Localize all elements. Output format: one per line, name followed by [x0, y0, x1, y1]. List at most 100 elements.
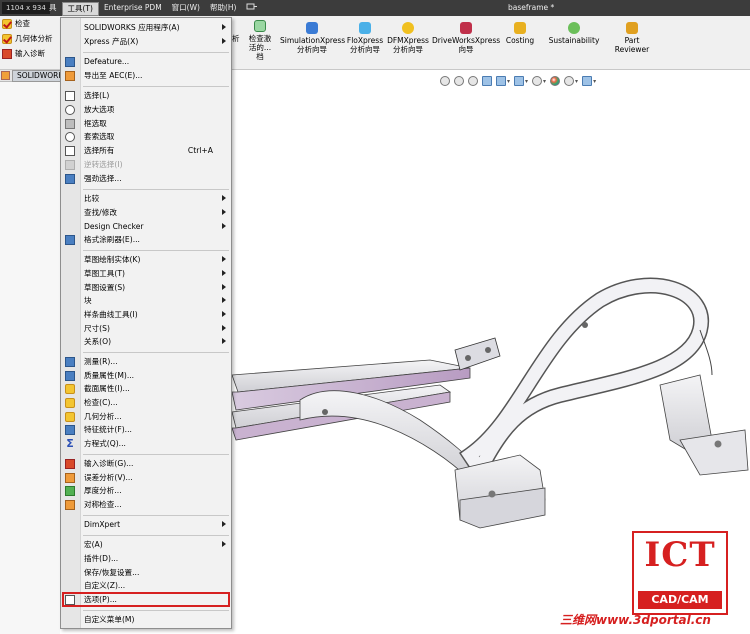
menu-item-box-select[interactable]: 框选取 — [61, 117, 231, 131]
view-orientation-icon[interactable] — [496, 76, 506, 86]
menu-item-label: 测量(R)... — [84, 357, 118, 366]
submenu-arrow-icon — [222, 195, 226, 201]
menu-item-mass-properties[interactable]: 质量属性(M)... — [61, 369, 231, 383]
zoom-to-fit-icon[interactable] — [440, 76, 450, 86]
menu-help[interactable]: 帮助(H) — [205, 2, 242, 16]
menu-item-dimxpert[interactable]: DimXpert — [61, 518, 231, 532]
chevron-down-icon[interactable]: ▾ — [525, 78, 528, 85]
menu-item-select-all[interactable]: 选择所有 Ctrl+A — [61, 144, 231, 158]
thickness-analysis-icon — [65, 486, 75, 496]
submenu-arrow-icon — [222, 38, 226, 44]
menu-item-compare[interactable]: 比较 — [61, 192, 231, 206]
geometry-analysis-icon — [65, 412, 75, 422]
tool-sustainability[interactable]: Sustainability — [546, 22, 602, 45]
menu-item-symmetry-check[interactable]: 对称检查... — [61, 498, 231, 512]
view-settings-icon[interactable] — [582, 76, 593, 86]
tool-floxpress[interactable]: FloXpress 分析向导 — [346, 22, 384, 54]
menu-item-label: 比较 — [84, 194, 100, 203]
menu-item-xpress-products[interactable]: Xpress 产品(X) — [61, 35, 231, 49]
menu-item-select[interactable]: 选择(L) — [61, 89, 231, 103]
tool-dfmxpress[interactable]: DFMXpress 分析向导 — [386, 22, 430, 54]
menu-item-power-select[interactable]: 强劲选择... — [61, 172, 231, 186]
menu-item-sketch-entities[interactable]: 草图绘制实体(K) — [61, 253, 231, 267]
apply-scene-icon[interactable] — [564, 76, 575, 86]
menu-item-import-diagnostics[interactable]: 输入诊断(G)... — [61, 457, 231, 471]
tool-label: 检查激 — [248, 34, 272, 43]
menu-item-customize-menu[interactable]: 自定义菜单(M) — [61, 613, 231, 627]
tool-label: 分析向导 — [297, 45, 327, 54]
edit-appearance-icon[interactable] — [550, 76, 561, 86]
menu-item-customize[interactable]: 自定义(Z)... — [61, 579, 231, 593]
logo-subtext: CAD/CAM — [638, 591, 722, 609]
menu-item-label: 误差分析(V)... — [84, 473, 133, 482]
menu-item-label: 对称检查... — [84, 500, 122, 509]
menu-item-blocks[interactable]: 块 — [61, 294, 231, 308]
driveworksxpress-icon — [460, 22, 472, 34]
size-badge: 1104 x 934 — [2, 2, 50, 14]
left-tool-check[interactable]: 检查 — [0, 16, 60, 31]
menu-item-measure[interactable]: 测量(R)... — [61, 355, 231, 369]
menu-item-thickness-analysis[interactable]: 厚度分析... — [61, 484, 231, 498]
left-tool-geometry-analysis[interactable]: 几何体分析 — [0, 31, 60, 46]
menu-window[interactable]: 窗口(W) — [167, 2, 205, 16]
menu-item-format-painter[interactable]: 格式涂刷器(E)... — [61, 233, 231, 247]
tool-simulationxpress[interactable]: SimulationXpress 分析向导 — [280, 22, 345, 54]
menu-item-deviation-analysis[interactable]: 误差分析(V)... — [61, 471, 231, 485]
feature-tab-icon[interactable] — [1, 71, 10, 80]
tool-check-active-document[interactable]: 检查激 活的... 档 — [244, 20, 276, 61]
partial-tool-analysis[interactable]: 析 — [232, 34, 240, 43]
menu-item-sketch-settings[interactable]: 草图设置(S) — [61, 281, 231, 295]
left-tool-import-diagnostics[interactable]: 输入诊断 — [0, 46, 60, 61]
menu-item-section-properties[interactable]: 截面属性(I)... — [61, 382, 231, 396]
menu-partial[interactable]: 具 — [44, 2, 62, 16]
menu-item-invert-selection[interactable]: 逆转选择(I) — [61, 158, 231, 172]
chevron-down-icon[interactable]: ▾ — [593, 78, 596, 85]
menu-item-equations[interactable]: Σ 方程式(Q)... — [61, 437, 231, 451]
menu-item-relations[interactable]: 关系(O) — [61, 335, 231, 349]
menu-item-find-modify[interactable]: 查找/修改 — [61, 206, 231, 220]
check-active-document-icon — [254, 20, 266, 32]
submenu-arrow-icon — [222, 223, 226, 229]
section-view-icon[interactable] — [482, 76, 492, 86]
import-diagnostics-icon — [2, 48, 12, 59]
menu-separator — [83, 189, 229, 190]
menu-item-label: Design Checker — [84, 222, 144, 231]
menu-item-spline-tools[interactable]: 样条曲线工具(I) — [61, 308, 231, 322]
menu-item-geometry-analysis[interactable]: 几何分析... — [61, 410, 231, 424]
tool-driveworksxpress[interactable]: DriveWorksXpress 向导 — [432, 22, 500, 54]
menu-item-defeature[interactable]: Defeature... — [61, 55, 231, 69]
menu-item-export-aec[interactable]: 导出至 AEC(E)... — [61, 69, 231, 83]
menu-item-sketch-tools[interactable]: 草图工具(T) — [61, 267, 231, 281]
display-style-icon[interactable] — [514, 76, 525, 86]
menu-item-design-checker[interactable]: Design Checker — [61, 220, 231, 234]
menu-separator — [83, 52, 229, 53]
hide-show-items-icon[interactable] — [532, 76, 543, 86]
previous-view-icon[interactable] — [468, 76, 478, 86]
menu-item-save-restore-settings[interactable]: 保存/恢复设置... — [61, 566, 231, 580]
menu-item-solidworks-applications[interactable]: SOLIDWORKS 应用程序(A) — [61, 21, 231, 35]
chevron-down-icon[interactable]: ▾ — [507, 78, 510, 85]
menu-item-add-ins[interactable]: 插件(D)... — [61, 552, 231, 566]
submenu-arrow-icon — [222, 311, 226, 317]
tool-part-reviewer[interactable]: Part Reviewer — [610, 22, 654, 54]
submenu-arrow-icon — [222, 325, 226, 331]
menu-item-label: 自定义菜单(M) — [84, 615, 135, 624]
menu-item-dimensions[interactable]: 尺寸(S) — [61, 322, 231, 336]
chevron-down-icon[interactable]: ▾ — [575, 78, 578, 85]
menu-item-magnified-selection[interactable]: 放大选项 — [61, 103, 231, 117]
menu-item-label: 导出至 AEC(E)... — [84, 71, 143, 80]
left-tool-label: 几何体分析 — [15, 34, 53, 43]
menu-item-feature-statistics[interactable]: 特征统计(F)... — [61, 423, 231, 437]
menu-item-macro[interactable]: 宏(A) — [61, 538, 231, 552]
chevron-down-icon[interactable]: ▾ — [543, 78, 546, 85]
menu-separator — [83, 515, 229, 516]
zoom-to-area-icon[interactable] — [454, 76, 464, 86]
menu-item-check[interactable]: 检查(C)... — [61, 396, 231, 410]
menu-tools[interactable]: 工具(T) — [61, 2, 99, 16]
command-manager-tabs: SOLIDWORKS — [0, 70, 74, 82]
tool-costing[interactable]: Costing — [502, 22, 538, 45]
menu-item-lasso-select[interactable]: 套索选取 — [61, 130, 231, 144]
submenu-arrow-icon — [222, 541, 226, 547]
menu-enterprise-pdm[interactable]: Enterprise PDM — [99, 2, 167, 16]
menu-pin-icon[interactable] — [241, 2, 263, 16]
